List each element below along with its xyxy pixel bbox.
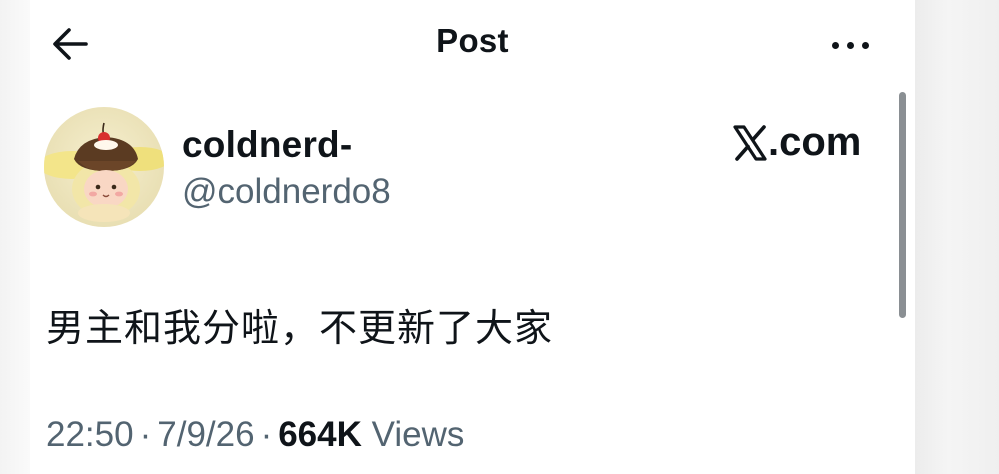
views-label: Views	[371, 415, 465, 454]
top-bar: Post	[30, 0, 915, 86]
x-logo-icon	[733, 124, 767, 161]
views-count[interactable]: 664K	[278, 415, 362, 454]
page-title: Post	[436, 22, 509, 59]
more-dot	[861, 41, 869, 49]
meta-separator: ·	[139, 415, 152, 454]
right-edge	[915, 0, 999, 474]
post-meta: 22:50 · 7/9/26 · 664K Views	[46, 415, 464, 455]
post-screen: Post coldnerd- @coldnerdo8 .com 男主和我分啦，不…	[30, 0, 915, 474]
post-date: 7/9/26	[157, 415, 255, 454]
more-dot	[846, 41, 854, 49]
scrollbar-thumb[interactable]	[899, 92, 906, 318]
author-handle[interactable]: @coldnerdo8	[182, 172, 391, 212]
left-edge	[0, 0, 30, 474]
more-horizontal-icon	[831, 41, 839, 49]
more-options-button[interactable]	[820, 30, 880, 60]
meta-separator: ·	[260, 415, 273, 454]
post-text: 男主和我分啦，不更新了大家	[46, 306, 554, 350]
site-brand-suffix: .com	[768, 120, 862, 164]
avatar[interactable]	[44, 107, 164, 227]
post-time: 22:50	[46, 415, 134, 454]
site-brand: .com	[733, 120, 861, 165]
author-display-name[interactable]: coldnerd-	[182, 124, 352, 166]
avatar-pudding-icon	[44, 107, 164, 227]
